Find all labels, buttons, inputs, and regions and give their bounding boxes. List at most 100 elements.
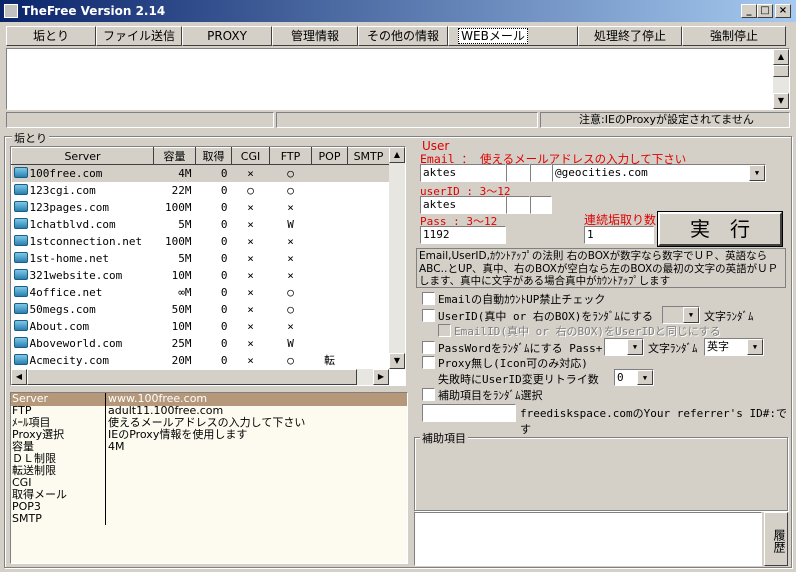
list-scroll-up-icon[interactable]: ▲ xyxy=(389,147,405,163)
column-header-4[interactable]: FTP xyxy=(269,147,312,165)
server-details: Server www.100free.com FTP adult11.100free.… xyxy=(10,392,408,564)
server-row[interactable]: 1chatblvd.com 5M 0 × W xyxy=(12,216,390,233)
server-cell: 0 xyxy=(220,285,228,299)
detail-row: POP3 xyxy=(12,501,305,513)
server-row[interactable]: 100free.com 4M 0 × ○ xyxy=(11,164,390,182)
server-list[interactable]: Server 容量 取得 CGI FTP POP SMTP 100free.com 4M 0 × ○… xyxy=(10,146,406,386)
server-row[interactable]: About.com 10M 0 × × xyxy=(12,318,390,335)
detail-row: 容量 4M xyxy=(12,441,305,453)
tab-proxy[interactable]: PROXY xyxy=(182,26,272,46)
close-button[interactable]: × xyxy=(775,4,791,18)
emailid-same-label: EmailID(真中 or 右のBOX)をUserIDと同じにする xyxy=(454,325,721,338)
random-type-dropdown-icon[interactable]: ▼ xyxy=(747,339,763,355)
emailid-same-checkbox[interactable] xyxy=(438,324,451,337)
server-cell: 0 xyxy=(220,183,228,197)
detail-value xyxy=(108,477,305,489)
list-scroll-right-icon[interactable]: ▶ xyxy=(373,369,389,385)
minimize-button[interactable]: _ xyxy=(741,4,757,18)
tab-other-info[interactable]: その他の情報 xyxy=(358,26,448,46)
server-row[interactable]: 123cgi.com 22M 0 ○ ○ xyxy=(12,182,390,199)
list-vscrollbar[interactable]: ▲ ▼ xyxy=(389,147,405,369)
email-input[interactable]: aktes xyxy=(420,164,506,182)
domain-dropdown-icon[interactable]: ▼ xyxy=(749,165,765,181)
pass-plus-dropdown-icon[interactable]: ▼ xyxy=(627,339,643,355)
scroll-down-icon[interactable]: ▼ xyxy=(773,93,789,109)
userid-random-checkbox[interactable] xyxy=(422,309,435,322)
server-cell: 100M xyxy=(165,234,192,248)
aux-random-label: 補助項目をﾗﾝﾀﾞﾑ選択 xyxy=(438,389,543,402)
userid-middle-input[interactable] xyxy=(506,196,530,214)
list-hscrollbar[interactable]: ◀ ▶ xyxy=(11,369,389,385)
email-right-input[interactable] xyxy=(530,164,552,182)
run-button[interactable]: 実 行 xyxy=(657,211,783,247)
retry-dropdown-icon[interactable]: ▼ xyxy=(637,370,653,385)
server-cell: 10M xyxy=(171,268,192,282)
detail-value: IEのProxy情報を使用します xyxy=(108,428,248,441)
server-row[interactable]: 321website.com 10M 0 × × xyxy=(12,267,390,284)
tab-web-mail[interactable]: WEBメール xyxy=(448,26,578,46)
domain-select[interactable]: @geocities.com ▼ xyxy=(552,164,766,182)
maximize-button[interactable]: □ xyxy=(757,4,773,18)
no-proxy-checkbox[interactable] xyxy=(422,356,435,369)
status-proxy-warning: 注意:IEのProxyが設定されてません xyxy=(540,112,790,128)
pass-plus-select[interactable]: ▼ xyxy=(604,338,644,356)
tab-stop-processing[interactable]: 処理終了停止 xyxy=(578,26,682,46)
column-header-1[interactable]: 容量 xyxy=(153,147,196,165)
count-input[interactable]: 1 xyxy=(584,226,654,244)
column-header-6[interactable]: SMTP xyxy=(347,147,390,165)
random-type-select[interactable]: 英字 ▼ xyxy=(704,338,764,356)
email-autoup-checkbox[interactable] xyxy=(422,292,435,305)
server-name: 123pages.com xyxy=(29,200,109,214)
server-cell xyxy=(348,182,390,199)
server-name: 321website.com xyxy=(29,268,123,282)
column-header-3[interactable]: CGI xyxy=(231,147,270,165)
column-header-5[interactable]: POP xyxy=(311,147,348,165)
detail-value xyxy=(108,501,305,513)
server-cell xyxy=(312,233,348,250)
tab-management-info[interactable]: 管理情報 xyxy=(272,26,358,46)
aux-random-checkbox[interactable] xyxy=(422,388,435,401)
retry-select[interactable]: 0 ▼ xyxy=(614,369,654,386)
server-cell: × xyxy=(247,302,254,316)
log-textarea[interactable]: ▲ ▼ xyxy=(6,48,790,110)
email-middle-input[interactable] xyxy=(506,164,530,182)
aux-group xyxy=(414,437,788,511)
server-cell: 100M xyxy=(165,200,192,214)
column-header-2[interactable]: 取得 xyxy=(195,147,232,165)
userid-random-count-select[interactable]: ▼ xyxy=(662,306,700,324)
scroll-up-icon[interactable]: ▲ xyxy=(773,49,789,65)
list-scroll-down-icon[interactable]: ▼ xyxy=(389,353,405,369)
server-row[interactable]: Acmecity.com 20M 0 × ○ 転 xyxy=(12,352,390,369)
server-cell: 0 xyxy=(220,251,228,265)
server-row[interactable]: 4office.net ∞M 0 × ○ xyxy=(12,284,390,301)
server-row[interactable]: 1stconnection.net 100M 0 × × xyxy=(12,233,390,250)
server-row[interactable]: 1st-home.net 5M 0 × × xyxy=(12,250,390,267)
server-row[interactable]: 50megs.com 50M 0 × ○ xyxy=(12,301,390,318)
log-scrollbar[interactable]: ▲ ▼ xyxy=(773,49,789,109)
tab-file-send[interactable]: ファイル送信 xyxy=(96,26,182,46)
server-row[interactable]: Aboveworld.com 25M 0 × W xyxy=(12,335,390,352)
list-scroll-left-icon[interactable]: ◀ xyxy=(11,369,27,385)
server-cell xyxy=(348,284,390,301)
userid-input[interactable]: aktes xyxy=(420,196,506,214)
history-button[interactable]: 履歴 xyxy=(764,512,788,566)
aux-textarea[interactable] xyxy=(414,512,762,566)
tab-force-stop[interactable]: 強制停止 xyxy=(682,26,786,46)
list-hscroll-thumb[interactable] xyxy=(27,369,357,385)
server-name: 4office.net xyxy=(29,285,103,299)
userid-right-input[interactable] xyxy=(530,196,552,214)
group-title: 垢とり xyxy=(12,130,49,146)
userid-count-dropdown-icon[interactable]: ▼ xyxy=(683,307,699,323)
retry-value: 0 xyxy=(617,371,624,384)
domain-value: @geocities.com xyxy=(555,166,648,179)
password-random-checkbox[interactable] xyxy=(422,341,435,354)
pass-input[interactable]: 1192 xyxy=(420,226,506,244)
server-cell: ○ xyxy=(287,302,294,316)
column-header-0[interactable]: Server xyxy=(11,147,154,165)
server-cell xyxy=(348,335,390,352)
tab-akatori[interactable]: 垢とり xyxy=(6,26,96,46)
scroll-thumb[interactable] xyxy=(773,65,789,77)
referrer-input[interactable] xyxy=(422,404,516,422)
server-row[interactable]: 123pages.com 100M 0 × × xyxy=(12,199,390,216)
server-name: 1chatblvd.com xyxy=(29,217,116,231)
